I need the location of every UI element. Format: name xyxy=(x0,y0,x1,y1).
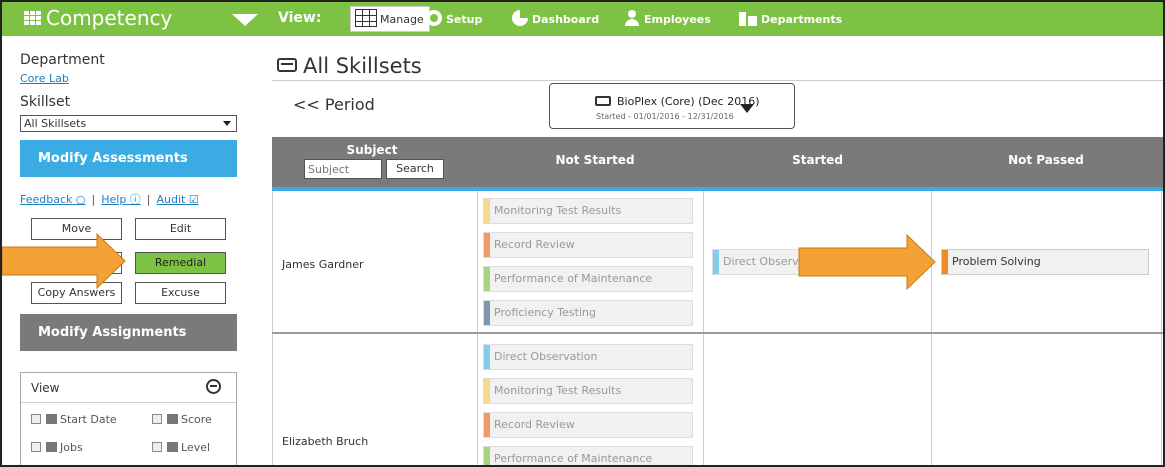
annotation-arrows xyxy=(2,232,936,291)
annotation-arrow-icon xyxy=(798,233,936,291)
app-window: Competency View: Manage Setup Dashboard … xyxy=(0,0,1165,467)
annotation-arrow-icon xyxy=(2,232,126,290)
